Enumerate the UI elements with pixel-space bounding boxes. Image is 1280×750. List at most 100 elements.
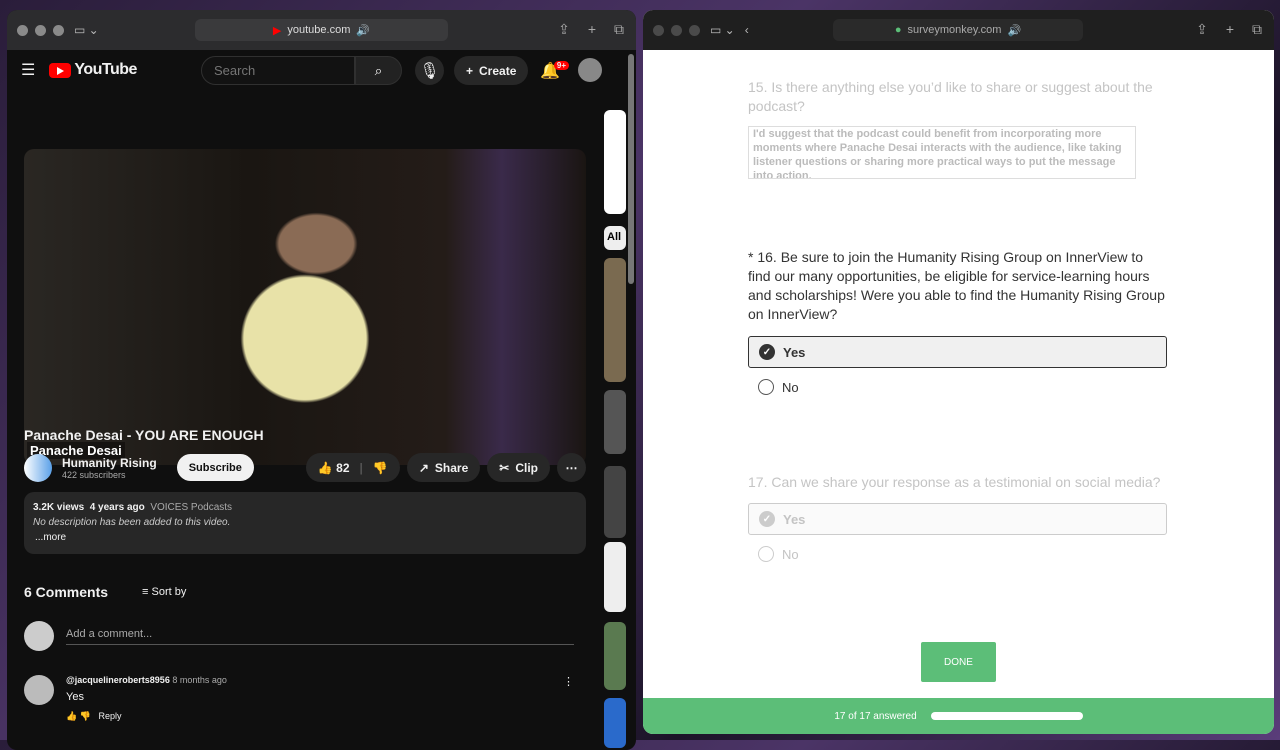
chip-all[interactable]: All: [604, 226, 626, 250]
reply-button[interactable]: Reply: [98, 711, 121, 721]
option-label: No: [782, 379, 799, 395]
progress-bar: [930, 712, 1083, 720]
q17-option-no[interactable]: No: [748, 538, 1167, 570]
menu-icon[interactable]: ☰: [21, 60, 35, 80]
q17-option-yes[interactable]: ✓ Yes: [748, 503, 1167, 535]
channel-avatar[interactable]: [24, 453, 52, 482]
address-bar[interactable]: ▶ youtube.com 🔊: [195, 19, 448, 41]
q15-answer-textarea[interactable]: I'd suggest that the podcast could benef…: [748, 126, 1136, 179]
q16-option-yes[interactable]: ✓ Yes: [748, 336, 1167, 368]
view-count: 3.2K views: [33, 502, 85, 513]
comment-menu-icon[interactable]: ⋮: [563, 675, 574, 722]
side-thumbnail[interactable]: [604, 466, 626, 538]
comment-text: Yes: [66, 691, 84, 703]
tag[interactable]: VOICES Podcasts: [150, 502, 232, 513]
option-label: Yes: [783, 511, 806, 527]
channel-name[interactable]: Humanity Rising: [62, 456, 157, 470]
create-label: Create: [479, 63, 517, 78]
add-comment-input[interactable]: Add a comment...: [66, 628, 574, 645]
clip-button[interactable]: ✂ Clip: [487, 453, 550, 482]
search-button[interactable]: ⌕: [355, 56, 402, 85]
video-player[interactable]: Panache Desai: [24, 149, 586, 465]
more-actions-button[interactable]: ⋯: [557, 453, 586, 482]
side-thumbnail[interactable]: [604, 390, 626, 454]
url-text: surveymonkey.com: [907, 24, 1002, 36]
side-thumbnail[interactable]: [604, 258, 626, 382]
commenter-avatar[interactable]: [24, 675, 54, 705]
subscribe-button[interactable]: Subscribe: [176, 454, 254, 481]
youtube-favicon-icon: ▶: [272, 24, 282, 37]
notifications-icon[interactable]: 🔔9+: [540, 61, 575, 81]
scissors-icon: ✂: [499, 460, 510, 475]
mic-button[interactable]: 🎙: [415, 56, 444, 85]
sort-button[interactable]: ≡ Sort by: [142, 586, 186, 598]
done-button[interactable]: DONE: [921, 642, 996, 682]
progress-fill: [930, 712, 1083, 720]
title-bar: ▭ ⌄ ▶ youtube.com 🔊 ⇪ + ⧉: [7, 10, 636, 50]
new-tab-icon[interactable]: +: [1226, 21, 1234, 38]
side-thumbnail[interactable]: [604, 698, 626, 748]
question-15: 15. Is there anything else you’d like to…: [748, 79, 1153, 114]
account-avatar[interactable]: [578, 58, 602, 82]
tabs-icon[interactable]: ⧉: [614, 21, 624, 38]
question-16: * 16. Be sure to join the Humanity Risin…: [748, 249, 1165, 322]
search-input[interactable]: [201, 56, 355, 85]
vertical-scrollbar[interactable]: [628, 54, 634, 284]
description-box[interactable]: 3.2K views 4 years ago VOICES Podcasts N…: [24, 492, 586, 554]
dislike-button[interactable]: 👎: [373, 461, 388, 475]
side-thumbnail[interactable]: [604, 622, 626, 690]
survey-window: ▭ ⌄ ‹ ● surveymonkey.com 🔊 ⇪ + ⧉ 15. Is ther…: [643, 10, 1274, 734]
check-icon: ✓: [759, 344, 775, 360]
radio-icon: [758, 546, 774, 562]
plus-icon: +: [466, 63, 474, 78]
share-arrow-icon: ↗: [418, 460, 429, 475]
window-controls[interactable]: [17, 24, 64, 36]
logo-text: YouTube: [74, 61, 137, 78]
comment-dislike-icon[interactable]: 👎: [80, 711, 91, 721]
sort-label: Sort by: [151, 586, 187, 598]
surveymonkey-favicon-icon: ●: [894, 24, 902, 36]
option-label: No: [782, 546, 799, 562]
radio-icon: [758, 379, 774, 395]
create-button[interactable]: + Create: [454, 56, 529, 85]
side-thumbnail[interactable]: [604, 110, 626, 214]
clip-label: Clip: [515, 460, 538, 475]
share-icon[interactable]: ⇪: [558, 21, 570, 38]
question-17: 17. Can we share your response as a test…: [748, 474, 1161, 490]
notif-badge: 9+: [553, 61, 570, 70]
comment-item: @jacquelineroberts8956 8 months ago Yes …: [24, 675, 574, 722]
share-label: Share: [434, 460, 469, 475]
subscriber-count: 422 subscribers: [62, 469, 126, 480]
like-button[interactable]: 👍 82: [318, 461, 350, 475]
more-link[interactable]: ...more: [33, 530, 577, 545]
description-text: No description has been added to this vi…: [33, 517, 231, 528]
sidebar-toggle-icon[interactable]: ▭ ⌄: [74, 23, 99, 37]
window-controls[interactable]: [653, 24, 700, 36]
q16-option-no[interactable]: No: [748, 371, 1167, 403]
audio-icon[interactable]: 🔊: [1007, 24, 1021, 37]
comment-like-icon[interactable]: 👍: [66, 711, 77, 721]
check-icon: ✓: [759, 511, 775, 527]
sidebar-toggle-icon[interactable]: ▭ ⌄: [710, 23, 735, 37]
progress-footer: 17 of 17 answered: [643, 698, 1274, 734]
audio-icon[interactable]: 🔊: [356, 24, 370, 37]
comments-count: 6 Comments: [24, 584, 109, 600]
youtube-logo[interactable]: YouTube: [49, 61, 137, 79]
share-icon[interactable]: ⇪: [1196, 21, 1208, 38]
sort-icon: ≡: [142, 586, 149, 598]
like-count: 82: [336, 460, 350, 475]
youtube-window: ▭ ⌄ ▶ youtube.com 🔊 ⇪ + ⧉ ☰ YouTube ⌕ 🎙 + Cre…: [7, 10, 636, 750]
user-avatar: [24, 621, 54, 651]
url-text: youtube.com: [287, 24, 351, 36]
side-thumbnail[interactable]: [604, 542, 626, 612]
comment-time[interactable]: 8 months ago: [172, 675, 227, 685]
video-title: Panache Desai - YOU ARE ENOUGH: [24, 427, 264, 443]
tabs-icon[interactable]: ⧉: [1252, 21, 1262, 38]
share-button[interactable]: ↗ Share: [406, 453, 481, 482]
new-tab-icon[interactable]: +: [588, 21, 596, 38]
comment-author[interactable]: @jacquelineroberts8956: [66, 675, 170, 685]
back-icon[interactable]: ‹: [745, 23, 749, 37]
title-bar: ▭ ⌄ ‹ ● surveymonkey.com 🔊 ⇪ + ⧉: [643, 10, 1274, 50]
option-label: Yes: [783, 344, 806, 360]
address-bar[interactable]: ● surveymonkey.com 🔊: [833, 19, 1083, 41]
